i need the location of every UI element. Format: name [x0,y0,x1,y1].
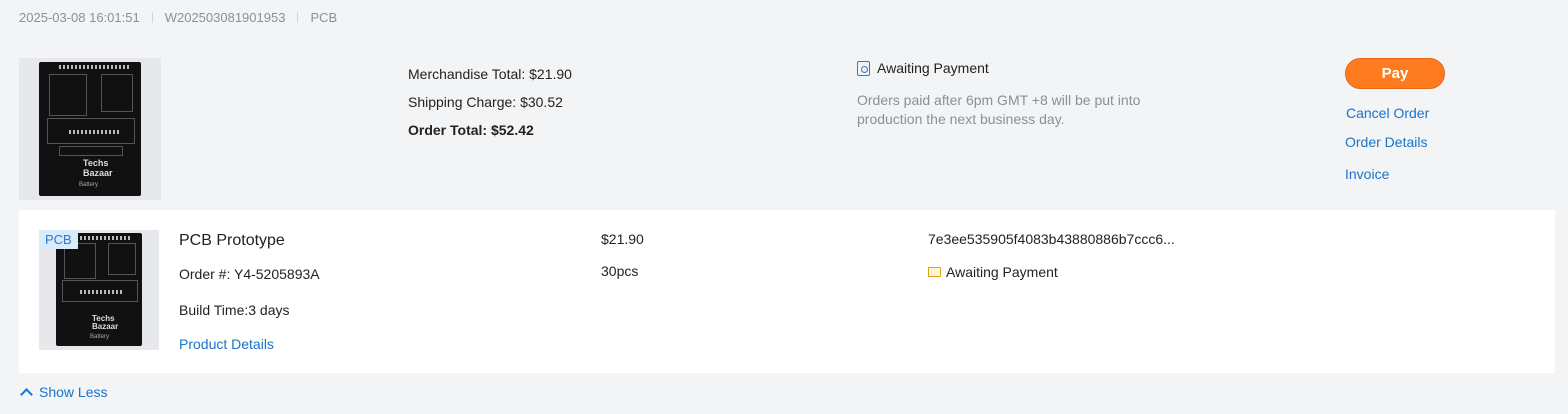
pay-button[interactable]: Pay [1345,58,1445,89]
build-time: Build Time:3 days [179,302,290,318]
merchandise-total: Merchandise Total: $21.90 [408,66,572,82]
order-id: W202503081901953 [164,10,286,25]
pcb-thumbnail-large[interactable]: Techs Bazaar Battery [19,58,161,200]
divider [151,12,153,23]
divider [297,12,299,23]
order-category: PCB [310,10,338,25]
payment-status-label: Awaiting Payment [877,60,989,76]
item-quantity: 30pcs [601,263,639,279]
folder-icon [928,267,941,277]
file-hash: 7e3ee535905f4083b43880886b7ccc6... [928,231,1175,247]
payment-status: Awaiting Payment [857,60,989,76]
chevron-up-icon [20,387,33,401]
order-total: Order Total: $52.42 [408,122,534,138]
production-note: Orders paid after 6pm GMT +8 will be put… [857,92,1141,127]
pcb-board-image: Techs Bazaar Battery [56,233,142,346]
shipping-charge: Shipping Charge: $30.52 [408,94,563,110]
order-meta: 2025-03-08 16:01:51 W202503081901953 PCB [19,10,337,25]
order-summary: Merchandise Total: $21.90 Shipping Charg… [408,60,572,144]
show-less-toggle[interactable]: Show Less [19,384,108,401]
order-details-link[interactable]: Order Details [1345,134,1427,150]
pcb-sub-label: Battery [90,334,110,340]
show-less-label: Show Less [39,384,108,400]
item-status: Awaiting Payment [928,264,1058,280]
item-order-number: Order #: Y4-5205893A [179,266,320,282]
order-datetime: 2025-03-08 16:01:51 [19,10,140,25]
pcb-thumbnail-small[interactable]: Techs Bazaar Battery PCB [39,230,159,350]
search-document-icon [857,60,870,76]
product-details-link[interactable]: Product Details [179,336,274,352]
item-status-label: Awaiting Payment [946,264,1058,280]
pcb-logo-line1: Techs [83,158,109,168]
pcb-sub-label: Battery [79,182,99,188]
product-title: PCB Prototype [179,232,285,249]
item-price: $21.90 [601,231,644,247]
pcb-logo-line2: Bazaar [92,322,119,331]
invoice-link[interactable]: Invoice [1345,166,1389,182]
cancel-order-link[interactable]: Cancel Order [1346,105,1429,121]
pcb-logo-line2: Bazaar [83,168,113,178]
order-item-panel: Techs Bazaar Battery PCB PCB Prototype O… [19,210,1555,373]
category-tag: PCB [39,230,78,249]
pcb-board-image: Techs Bazaar Battery [39,62,141,196]
